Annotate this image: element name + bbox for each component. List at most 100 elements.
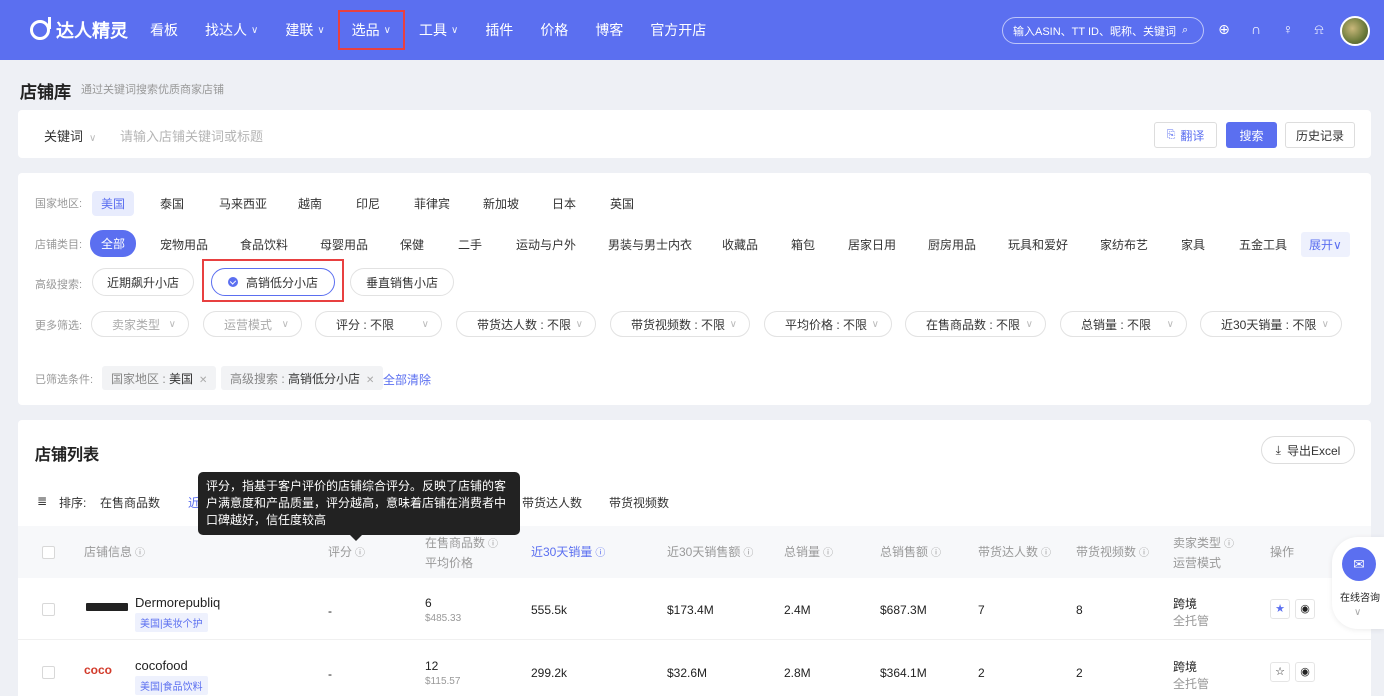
country-option[interactable]: 菲律宾	[414, 195, 450, 212]
info-icon[interactable]: ⓘ	[1041, 548, 1051, 559]
category-option[interactable]: 男装与男士内衣	[608, 236, 692, 253]
select-all-checkbox[interactable]	[42, 546, 55, 559]
close-icon[interactable]: ✕	[366, 375, 374, 386]
header-sales-30d[interactable]: 近30天销量 ⓘ	[531, 543, 605, 563]
keyword-type-label: 关键词	[44, 129, 84, 144]
star-filled-icon[interactable]: ★	[1270, 599, 1290, 619]
advanced-option-vertical[interactable]: 垂直销售小店	[350, 268, 454, 296]
info-icon[interactable]: ⓘ	[1139, 548, 1149, 559]
category-option-all[interactable]: 全部	[90, 230, 137, 257]
chat-icon[interactable]: ✉	[1342, 547, 1376, 581]
shop-logo	[86, 603, 128, 611]
keyword-type-select[interactable]: 关键词 ∨	[44, 126, 96, 145]
selected-tag-advanced[interactable]: 高级搜索 : 高销低分小店 ✕	[221, 366, 384, 390]
info-icon[interactable]: ⓘ	[595, 548, 605, 559]
chevron-down-icon: ∨	[383, 24, 391, 36]
goods-count-dropdown[interactable]: 在售商品数 : 不限 ∨	[905, 311, 1046, 337]
clear-all-link[interactable]: 全部清除	[383, 371, 431, 388]
country-option[interactable]: 日本	[552, 195, 576, 212]
globe-icon[interactable]: ⊕	[1216, 21, 1232, 37]
consult-label[interactable]: 在线咨询	[1340, 589, 1380, 604]
category-option[interactable]: 家纺布艺	[1100, 236, 1148, 253]
seller-type-dropdown[interactable]: 卖家类型 ∨	[91, 311, 189, 337]
category-option[interactable]: 二手	[458, 236, 482, 253]
global-search-input[interactable]: 输入ASIN、TT ID、昵称、关键词 ⌕	[1002, 17, 1204, 44]
headset-icon[interactable]: ∩	[1248, 21, 1264, 37]
country-option[interactable]: 英国	[610, 195, 634, 212]
sort-option[interactable]: 在售商品数	[100, 494, 160, 511]
category-option[interactable]: 居家日用	[848, 236, 896, 253]
video-count-dropdown[interactable]: 带货视频数 : 不限 ∨	[610, 311, 750, 337]
translate-button[interactable]: ⎘ 翻译	[1154, 122, 1217, 148]
category-option[interactable]: 收藏品	[722, 236, 758, 253]
category-option[interactable]: 母婴用品	[320, 236, 368, 253]
score-dropdown[interactable]: 评分 : 不限 ∨	[315, 311, 442, 337]
search-button[interactable]: 搜索	[1226, 122, 1277, 148]
nav-item-tools[interactable]: 工具 ∨	[419, 12, 458, 48]
nav-item-outreach[interactable]: 建联 ∨	[285, 12, 324, 48]
shop-name[interactable]: Dermorepubliq	[135, 595, 220, 610]
advanced-option-rising[interactable]: 近期飙升小店	[92, 268, 194, 296]
avatar[interactable]	[1340, 16, 1370, 46]
category-option[interactable]: 厨房用品	[928, 236, 976, 253]
info-icon[interactable]: ⓘ	[355, 548, 365, 559]
chevron-down-icon[interactable]: ∨	[1354, 607, 1361, 618]
eye-icon[interactable]: ◉	[1295, 662, 1315, 682]
close-icon[interactable]: ✕	[199, 375, 207, 386]
category-option[interactable]: 食品饮料	[240, 236, 288, 253]
history-button[interactable]: 历史记录	[1285, 122, 1355, 148]
nav-item-dashboard[interactable]: 看板	[150, 12, 178, 48]
shop-name[interactable]: cocofood	[135, 658, 188, 673]
info-icon[interactable]: ⓘ	[1224, 539, 1234, 550]
selected-tag-country[interactable]: 国家地区 : 美国 ✕	[102, 366, 217, 390]
country-option[interactable]: 泰国	[160, 195, 184, 212]
table-row[interactable]: coco cocofood 美国|食品饮料 - 12 $115.57 299.2…	[18, 641, 1371, 696]
total-sales-dropdown[interactable]: 总销量 : 不限 ∨	[1060, 311, 1187, 337]
category-option[interactable]: 保健	[400, 236, 424, 253]
category-option[interactable]: 宠物用品	[160, 236, 208, 253]
info-icon[interactable]: ⓘ	[823, 548, 833, 559]
category-option[interactable]: 五金工具	[1239, 236, 1287, 253]
bell-icon[interactable]: ⍾	[1311, 21, 1327, 37]
nav-item-product-selection[interactable]: 选品 ∨	[337, 10, 405, 50]
country-option[interactable]: 马来西亚	[219, 195, 267, 212]
category-option[interactable]: 箱包	[791, 236, 815, 253]
keyword-input[interactable]: 请输入店铺关键词或标题	[120, 126, 263, 145]
creator-count-dropdown[interactable]: 带货达人数 : 不限 ∨	[456, 311, 596, 337]
country-option[interactable]: 越南	[298, 195, 322, 212]
expand-categories-button[interactable]: 展开∨	[1301, 232, 1350, 257]
row-checkbox[interactable]	[42, 603, 55, 616]
nav-item-open-store[interactable]: 官方开店	[650, 12, 706, 48]
dropdown-label: 在售商品数 : 不限	[926, 317, 1021, 332]
header-label: 在售商品数	[425, 536, 486, 550]
download-icon: ⤓	[1275, 442, 1281, 457]
operation-mode-dropdown[interactable]: 运营模式 ∨	[203, 311, 302, 337]
info-icon[interactable]: ⓘ	[743, 548, 753, 559]
category-option[interactable]: 玩具和爱好	[1008, 236, 1068, 253]
category-option[interactable]: 运动与户外	[516, 236, 576, 253]
bulb-icon[interactable]: ♀	[1280, 21, 1296, 37]
sales30-dropdown[interactable]: 近30天销量 : 不限 ∨	[1200, 311, 1342, 337]
average-price-dropdown[interactable]: 平均价格 : 不限 ∨	[764, 311, 892, 337]
country-option[interactable]: 印尼	[356, 195, 380, 212]
table-row[interactable]: Dermorepubliq 美国|美妆个护 - 6 $485.33 555.5k…	[18, 578, 1371, 640]
sort-option[interactable]: 带货视频数	[609, 494, 669, 511]
eye-icon[interactable]: ◉	[1295, 599, 1315, 619]
export-excel-button[interactable]: ⤓ 导出Excel	[1261, 436, 1355, 464]
nav-item-plugin[interactable]: 插件	[485, 12, 513, 48]
nav-item-find-creators[interactable]: 找达人 ∨	[205, 12, 258, 48]
nav-item-blog[interactable]: 博客	[595, 12, 623, 48]
header-label: 总销售额	[880, 545, 929, 559]
info-icon[interactable]: ⓘ	[488, 539, 498, 550]
nav-item-pricing[interactable]: 价格	[540, 12, 568, 48]
info-icon[interactable]: ⓘ	[135, 548, 145, 559]
country-option-us[interactable]: 美国	[92, 191, 135, 216]
category-option[interactable]: 家具	[1181, 236, 1205, 253]
row-checkbox[interactable]	[42, 666, 55, 679]
logo[interactable]: 达人精灵	[30, 17, 128, 43]
star-outline-icon[interactable]: ☆	[1270, 662, 1290, 682]
country-option[interactable]: 新加坡	[483, 195, 519, 212]
chevron-down-icon: ∨	[168, 318, 176, 330]
info-icon[interactable]: ⓘ	[931, 548, 941, 559]
sort-option[interactable]: 带货达人数	[522, 494, 582, 511]
